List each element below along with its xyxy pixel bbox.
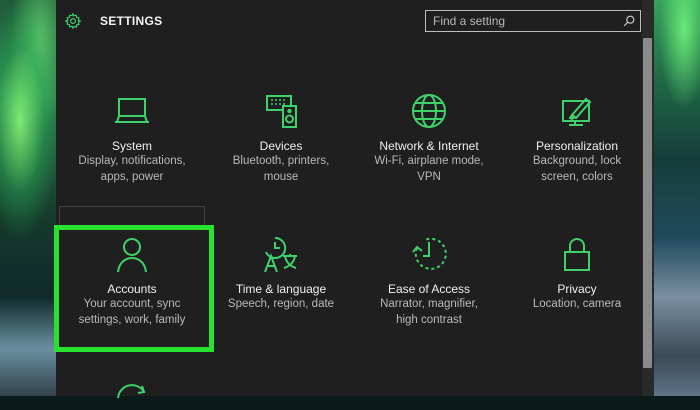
tile-description: Background, lock <box>532 155 622 167</box>
tile-personalization[interactable]: Personalization Background, lock screen,… <box>502 91 652 185</box>
tile-label: System <box>111 139 152 153</box>
lock-icon <box>564 238 590 271</box>
gear-icon <box>64 12 82 30</box>
selection-highlight <box>54 225 214 352</box>
search-icon[interactable] <box>622 14 636 28</box>
search-placeholder: Find a setting <box>433 14 506 28</box>
laptop-icon <box>115 98 149 123</box>
paint-icon <box>562 97 592 126</box>
update-security-icon[interactable] <box>112 380 152 410</box>
tile-description: Wi-Fi, airplane mode, <box>374 155 484 167</box>
globe-icon <box>412 94 446 128</box>
tile-system[interactable]: System Display, notifications, apps, pow… <box>57 91 207 185</box>
tile-ease-of-access[interactable]: Ease of Access Narrator, magnifier, high… <box>354 234 504 328</box>
tile-description: Display, notifications, <box>78 155 186 167</box>
ease-of-access-icon <box>412 237 447 270</box>
tile-privacy[interactable]: Privacy Location, camera <box>502 234 652 313</box>
page-title: SETTINGS <box>100 14 163 28</box>
scrollbar-thumb[interactable] <box>643 38 652 368</box>
tile-time-language[interactable]: Time & language Speech, region, date <box>206 234 356 313</box>
desktop-wallpaper-left <box>0 0 56 396</box>
tile-description: Speech, region, date <box>227 298 335 310</box>
search-input[interactable]: Find a setting <box>425 10 641 32</box>
tile-description: mouse <box>263 171 299 183</box>
tile-network-internet[interactable]: Network & Internet Wi-Fi, airplane mode,… <box>354 91 504 185</box>
tile-label: Personalization <box>535 139 619 153</box>
tile-description: Bluetooth, printers, <box>232 155 330 167</box>
tile-label: Network & Internet <box>379 139 479 153</box>
tile-devices[interactable]: Devices Bluetooth, printers, mouse <box>206 91 356 185</box>
tile-description: Location, camera <box>532 298 622 310</box>
tile-description: VPN <box>417 171 441 183</box>
tile-label: Time & language <box>235 282 327 296</box>
tile-label: Ease of Access <box>387 282 471 296</box>
tile-description: screen, colors <box>541 171 613 183</box>
keyboard-speaker-icon <box>266 95 297 128</box>
tile-description: high contrast <box>396 314 462 326</box>
time-language-icon <box>264 236 297 273</box>
desktop-wallpaper-right <box>654 0 700 396</box>
tile-label: Devices <box>259 139 303 153</box>
tile-description: Narrator, magnifier, <box>380 298 478 310</box>
tile-label: Privacy <box>557 282 597 296</box>
tile-description: apps, power <box>100 171 164 183</box>
